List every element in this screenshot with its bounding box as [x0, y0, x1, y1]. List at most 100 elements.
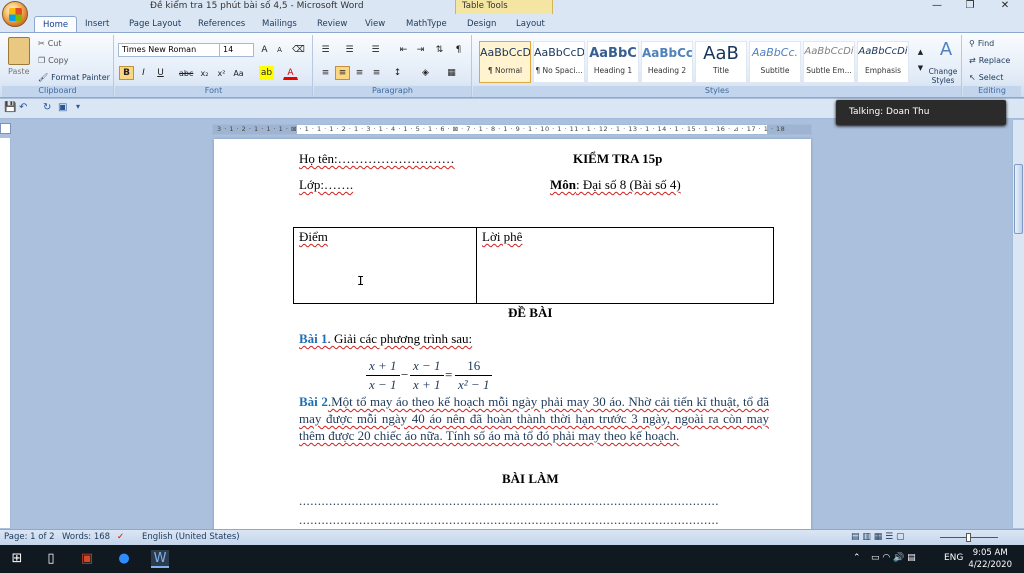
decrease-indent-icon[interactable]: ⇤	[396, 43, 411, 57]
numbering-icon[interactable]: ☰	[342, 43, 357, 57]
paste-icon[interactable]	[8, 37, 30, 65]
italic-button[interactable]: I	[136, 66, 151, 80]
copy-button[interactable]: ❐ Copy	[38, 56, 68, 65]
restore-button[interactable]: ❐	[955, 0, 985, 11]
tab-selector[interactable]	[0, 123, 11, 134]
clear-format-icon[interactable]: ⌫	[291, 43, 306, 57]
bai2-paragraph[interactable]: Bài 2.Một tổ may áo theo kế hoạch mỗi ng…	[299, 393, 769, 444]
zoom-knob[interactable]	[966, 533, 971, 542]
borders-icon[interactable]: ▦	[444, 66, 459, 80]
zoom-app-icon[interactable]: ●	[115, 550, 133, 568]
view-buttons-icon[interactable]: ▤ ▥ ▦ ☰ ▢	[851, 532, 905, 542]
answer-line[interactable]: ........................................…	[299, 493, 719, 509]
change-styles-button[interactable]: Change Styles	[925, 67, 961, 85]
find-button[interactable]: ⚲ Find	[969, 39, 994, 48]
tab-mailings[interactable]: Mailings	[254, 16, 305, 33]
format-painter-button[interactable]: 🖌 Format Painter	[38, 73, 110, 82]
tab-design[interactable]: Design	[459, 16, 504, 33]
increase-indent-icon[interactable]: ⇥	[413, 43, 428, 57]
save-icon[interactable]: 💾	[4, 102, 16, 113]
font-size-select[interactable]: 14	[219, 43, 254, 57]
underline-button[interactable]: U	[153, 66, 168, 80]
style-heading-1[interactable]: AaBbC Heading 1	[587, 41, 639, 83]
line-spacing-icon[interactable]: ↕	[390, 66, 405, 80]
sort-icon[interactable]: ⇅	[432, 43, 447, 57]
answer-line[interactable]: ........................................…	[299, 512, 719, 528]
comment-header[interactable]: Lời phê	[482, 229, 522, 245]
score-header[interactable]: Điểm	[299, 229, 328, 245]
align-right-icon[interactable]: ≡	[352, 66, 367, 80]
style-subtle-emphasis[interactable]: AaBbCcDi Subtle Em...	[803, 41, 855, 83]
highlight-icon[interactable]: ab	[259, 66, 274, 80]
style-subtitle[interactable]: AaBbCc. Subtitle	[749, 41, 801, 83]
vertical-ruler[interactable]	[0, 138, 11, 528]
tray-icons[interactable]: ▭ ◠ 🔊 ▤	[871, 553, 916, 563]
redo-icon[interactable]: ↻	[43, 102, 51, 113]
language-status[interactable]: English (United States)	[142, 532, 240, 542]
close-button[interactable]: ✕	[990, 0, 1020, 11]
proofing-icon[interactable]: ✓	[117, 532, 124, 542]
multilevel-list-icon[interactable]: ☰	[368, 43, 383, 57]
select-button[interactable]: ↖ Select	[969, 73, 1003, 82]
powerpoint-icon[interactable]: ▣	[78, 550, 96, 568]
windows-start-icon[interactable]: ⊞	[8, 550, 26, 568]
align-center-icon[interactable]: ≡	[335, 66, 350, 80]
tab-review[interactable]: Review	[309, 16, 355, 33]
test-title[interactable]: KIỂM TRA 15p	[573, 151, 662, 167]
tray-arrow-icon[interactable]: ⌃	[853, 553, 861, 563]
grow-font-icon[interactable]: A	[257, 43, 272, 57]
bold-button[interactable]: B	[119, 66, 134, 80]
grade-table[interactable]: Điểm Lời phê	[293, 227, 774, 304]
shading-icon[interactable]: ◈	[418, 66, 433, 80]
style-no-spacing[interactable]: AaBbCcDc ¶ No Spaci...	[533, 41, 585, 83]
tab-layout[interactable]: Layout	[508, 16, 553, 33]
name-field[interactable]: Họ tên:………………………	[299, 151, 455, 167]
bai1-line[interactable]: Bài 1. Giải các phương trình sau:	[299, 331, 472, 347]
tab-insert[interactable]: Insert	[77, 16, 117, 33]
equation-fraction-1[interactable]: x + 1 x − 1	[366, 358, 400, 393]
file-icon[interactable]: ▯	[42, 550, 60, 568]
de-bai-heading[interactable]: ĐỀ BÀI	[508, 305, 552, 321]
font-color-icon[interactable]: A	[283, 66, 298, 80]
subject-line[interactable]: Môn: Đại số 8 (Bài số 4)	[550, 177, 681, 193]
scrollbar-thumb[interactable]	[1014, 164, 1023, 234]
strikethrough-button[interactable]: abc	[178, 66, 193, 80]
tab-view[interactable]: View	[357, 16, 393, 33]
class-field[interactable]: Lớp:…….	[299, 177, 353, 193]
tab-home[interactable]: Home	[34, 16, 78, 33]
office-button[interactable]	[2, 1, 28, 27]
change-case-button[interactable]: Aa	[231, 66, 246, 80]
bullets-icon[interactable]: ☰	[318, 43, 333, 57]
word-app-icon[interactable]: W	[151, 550, 169, 568]
style-emphasis[interactable]: AaBbCcDi Emphasis	[857, 41, 909, 83]
justify-icon[interactable]: ≡	[369, 66, 384, 80]
tab-references[interactable]: References	[190, 16, 253, 33]
bai-lam-heading[interactable]: BÀI LÀM	[502, 471, 559, 487]
customize-qat-icon[interactable]: ▾	[76, 102, 80, 111]
vertical-scrollbar[interactable]	[1012, 120, 1024, 528]
zoom-slider[interactable]	[930, 533, 1008, 542]
font-family-select[interactable]: Times New Roman	[118, 43, 221, 57]
paste-button[interactable]: Paste	[8, 67, 30, 76]
replace-button[interactable]: ⇄ Replace	[969, 56, 1010, 65]
equation-fraction-2[interactable]: x − 1 x + 1	[410, 358, 444, 393]
superscript-button[interactable]: x²	[214, 66, 229, 80]
style-normal[interactable]: AaBbCcDc ¶ Normal	[479, 41, 531, 83]
tab-page-layout[interactable]: Page Layout	[121, 16, 189, 33]
cut-button[interactable]: ✂ Cut	[38, 39, 62, 48]
style-heading-2[interactable]: AaBbCc Heading 2	[641, 41, 693, 83]
word-count[interactable]: Words: 168	[62, 532, 110, 542]
style-title[interactable]: AaB Title	[695, 41, 747, 83]
tab-mathtype[interactable]: MathType	[398, 16, 455, 33]
styles-scroll-up-icon[interactable]: ▲	[913, 45, 928, 59]
horizontal-ruler[interactable]: 3 · 1 · 2 · 1 · 1 · 1 · ⊠ · 1 · 1 · 1 · …	[212, 124, 812, 135]
align-left-icon[interactable]: ≡	[318, 66, 333, 80]
change-styles-icon[interactable]: A	[931, 39, 961, 60]
undo-icon[interactable]: ↶	[19, 102, 27, 113]
page-count[interactable]: Page: 1 of 2	[4, 532, 55, 542]
input-language[interactable]: ENG	[944, 553, 963, 563]
subscript-button[interactable]: x₂	[197, 66, 212, 80]
print-preview-icon[interactable]: ▣	[58, 102, 67, 113]
system-clock[interactable]: 9:05 AM 4/22/2020	[968, 547, 1012, 571]
equation-fraction-3[interactable]: 16 x² − 1	[455, 358, 493, 393]
